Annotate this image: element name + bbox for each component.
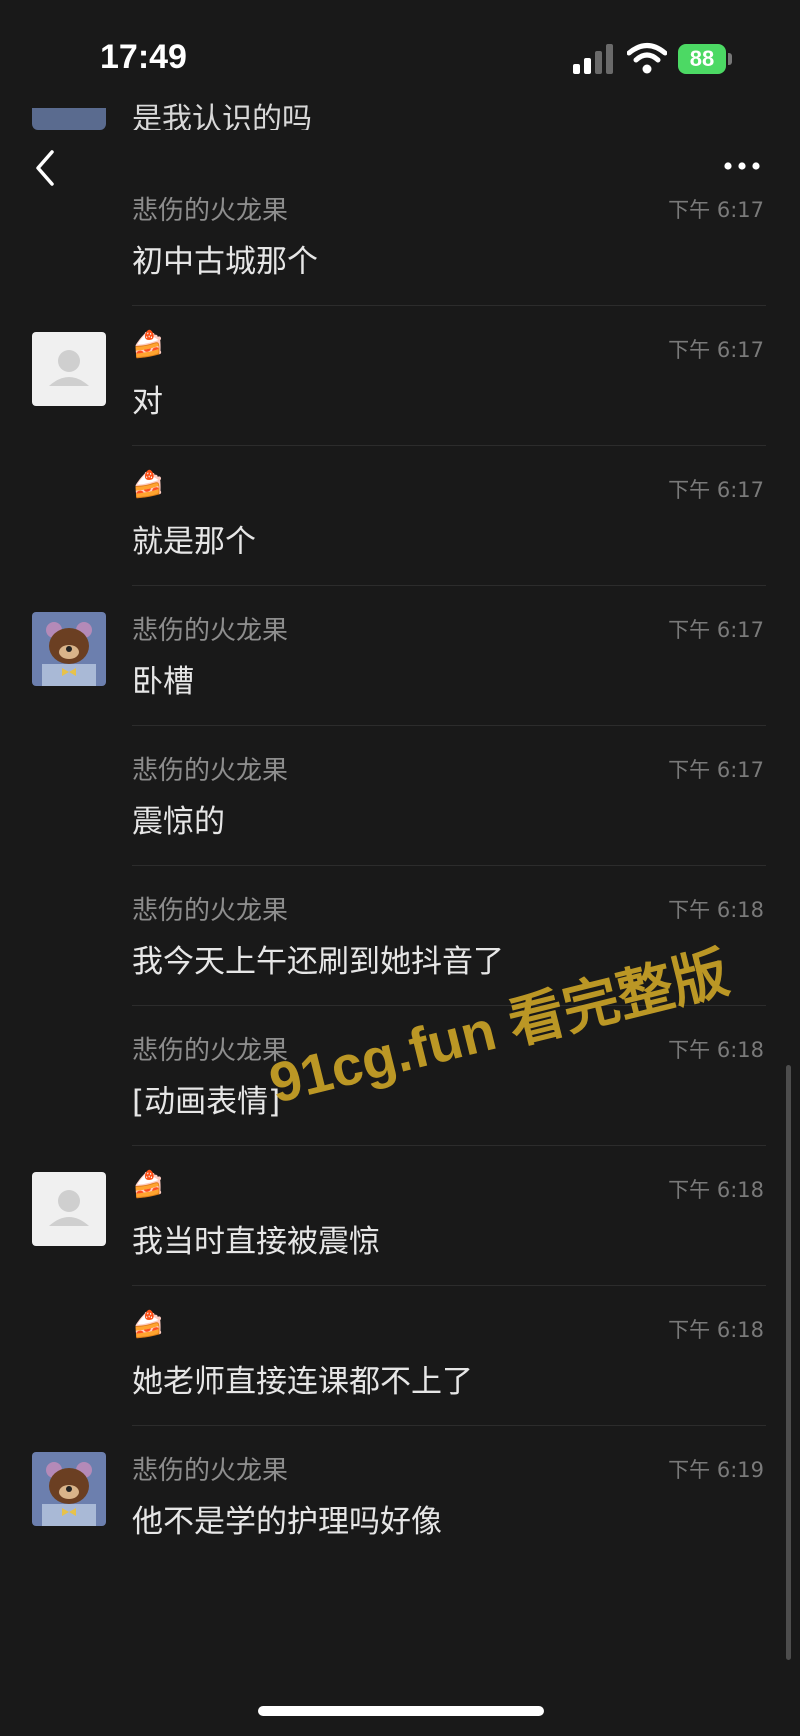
message-content: 我今天上午还刷到她抖音了 — [132, 944, 504, 980]
default-avatar[interactable] — [32, 332, 106, 406]
message-content: 是我认识的吗 — [132, 102, 312, 130]
message-content: 初中古城那个 — [132, 244, 318, 280]
divider — [132, 305, 766, 306]
divider — [132, 1145, 766, 1146]
status-bar: 17:49 88 — [0, 0, 800, 110]
message-content: [动画表情] — [132, 1084, 281, 1120]
sender-name: 🍰 — [132, 1170, 165, 1200]
home-indicator[interactable] — [258, 1706, 544, 1716]
message-time: 下午 6:17 — [668, 758, 764, 782]
sender-name: 悲伤的火龙果 — [132, 1456, 289, 1486]
divider — [132, 585, 766, 586]
message-time: 下午 6:18 — [668, 1318, 764, 1342]
sender-name: 悲伤的火龙果 — [132, 756, 289, 786]
wifi-icon — [627, 43, 667, 74]
scrollbar[interactable] — [786, 1065, 791, 1660]
sender-name: 🍰 — [132, 470, 165, 500]
divider — [132, 445, 766, 446]
message-time: 下午 6:17 — [668, 618, 764, 642]
avatar[interactable] — [32, 612, 106, 686]
message-content: 对 — [132, 384, 163, 420]
back-icon[interactable] — [30, 148, 60, 188]
message-time: 下午 6:18 — [668, 898, 764, 922]
message-time: 下午 6:17 — [668, 478, 764, 502]
avatar[interactable] — [32, 1452, 106, 1526]
message-content: 她老师直接连课都不上了 — [132, 1364, 473, 1400]
sender-name: 悲伤的火龙果 — [132, 196, 289, 226]
person-icon — [49, 1190, 89, 1226]
divider — [132, 725, 766, 726]
person-icon — [49, 350, 89, 386]
message-time: 下午 6:17 — [668, 198, 764, 222]
message-content: 他不是学的护理吗好像 — [132, 1504, 442, 1540]
battery-icon: 88 — [678, 44, 732, 74]
bear-icon — [32, 612, 106, 686]
cellular-signal-icon — [573, 44, 613, 74]
sender-name: 悲伤的火龙果 — [132, 616, 289, 646]
sender-name: 悲伤的火龙果 — [132, 896, 289, 926]
message-time: 下午 6:19 — [668, 1458, 764, 1482]
battery-level: 88 — [678, 44, 726, 74]
message-content: 就是那个 — [132, 524, 256, 560]
message-content: 我当时直接被震惊 — [132, 1224, 380, 1260]
sender-name: 🍰 — [132, 330, 165, 360]
divider — [132, 1425, 766, 1426]
message-time: 下午 6:17 — [668, 338, 764, 362]
message-time: 下午 6:18 — [668, 1178, 764, 1202]
more-icon[interactable] — [722, 160, 762, 172]
avatar[interactable] — [32, 108, 106, 130]
default-avatar[interactable] — [32, 1172, 106, 1246]
message-time: 下午 6:18 — [668, 1038, 764, 1062]
message-content: 震惊的 — [132, 804, 225, 840]
bear-icon — [32, 1452, 106, 1526]
status-time: 17:49 — [100, 38, 187, 76]
message-content: 卧槽 — [132, 664, 194, 700]
sender-name: 🍰 — [132, 1310, 165, 1340]
divider — [132, 865, 766, 866]
divider — [132, 1285, 766, 1286]
